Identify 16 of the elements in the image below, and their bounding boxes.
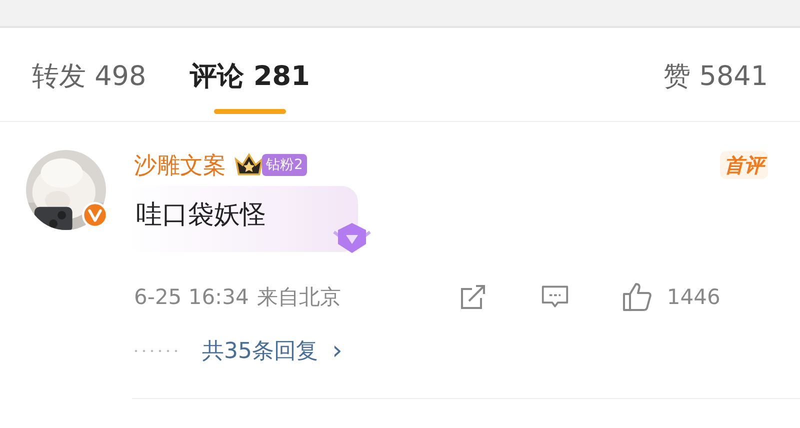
tab[interactable]: 赞 5841 bbox=[664, 60, 768, 94]
share-icon[interactable] bbox=[458, 283, 487, 311]
author-name[interactable]: 沙雕文案 bbox=[134, 150, 226, 180]
first-comment-tag: 首评 bbox=[720, 150, 768, 178]
comment-text: 哇口袋妖怪 bbox=[136, 198, 266, 232]
tab[interactable]: 评论 281 bbox=[190, 60, 310, 114]
gem-icon bbox=[330, 220, 374, 256]
comment-time: 6-25 16:34 bbox=[134, 285, 249, 309]
comment-location: 来自北京 bbox=[256, 284, 341, 311]
crown-icon bbox=[234, 152, 264, 178]
tab[interactable]: 转发 498 bbox=[32, 60, 146, 94]
like-count: 1446 bbox=[666, 285, 720, 309]
chevron-icon[interactable]: › bbox=[332, 336, 342, 366]
replies-link[interactable]: 共35条回复 bbox=[202, 336, 318, 366]
like-icon[interactable] bbox=[620, 281, 653, 313]
fan-badge: 钻粉2 bbox=[262, 154, 307, 176]
